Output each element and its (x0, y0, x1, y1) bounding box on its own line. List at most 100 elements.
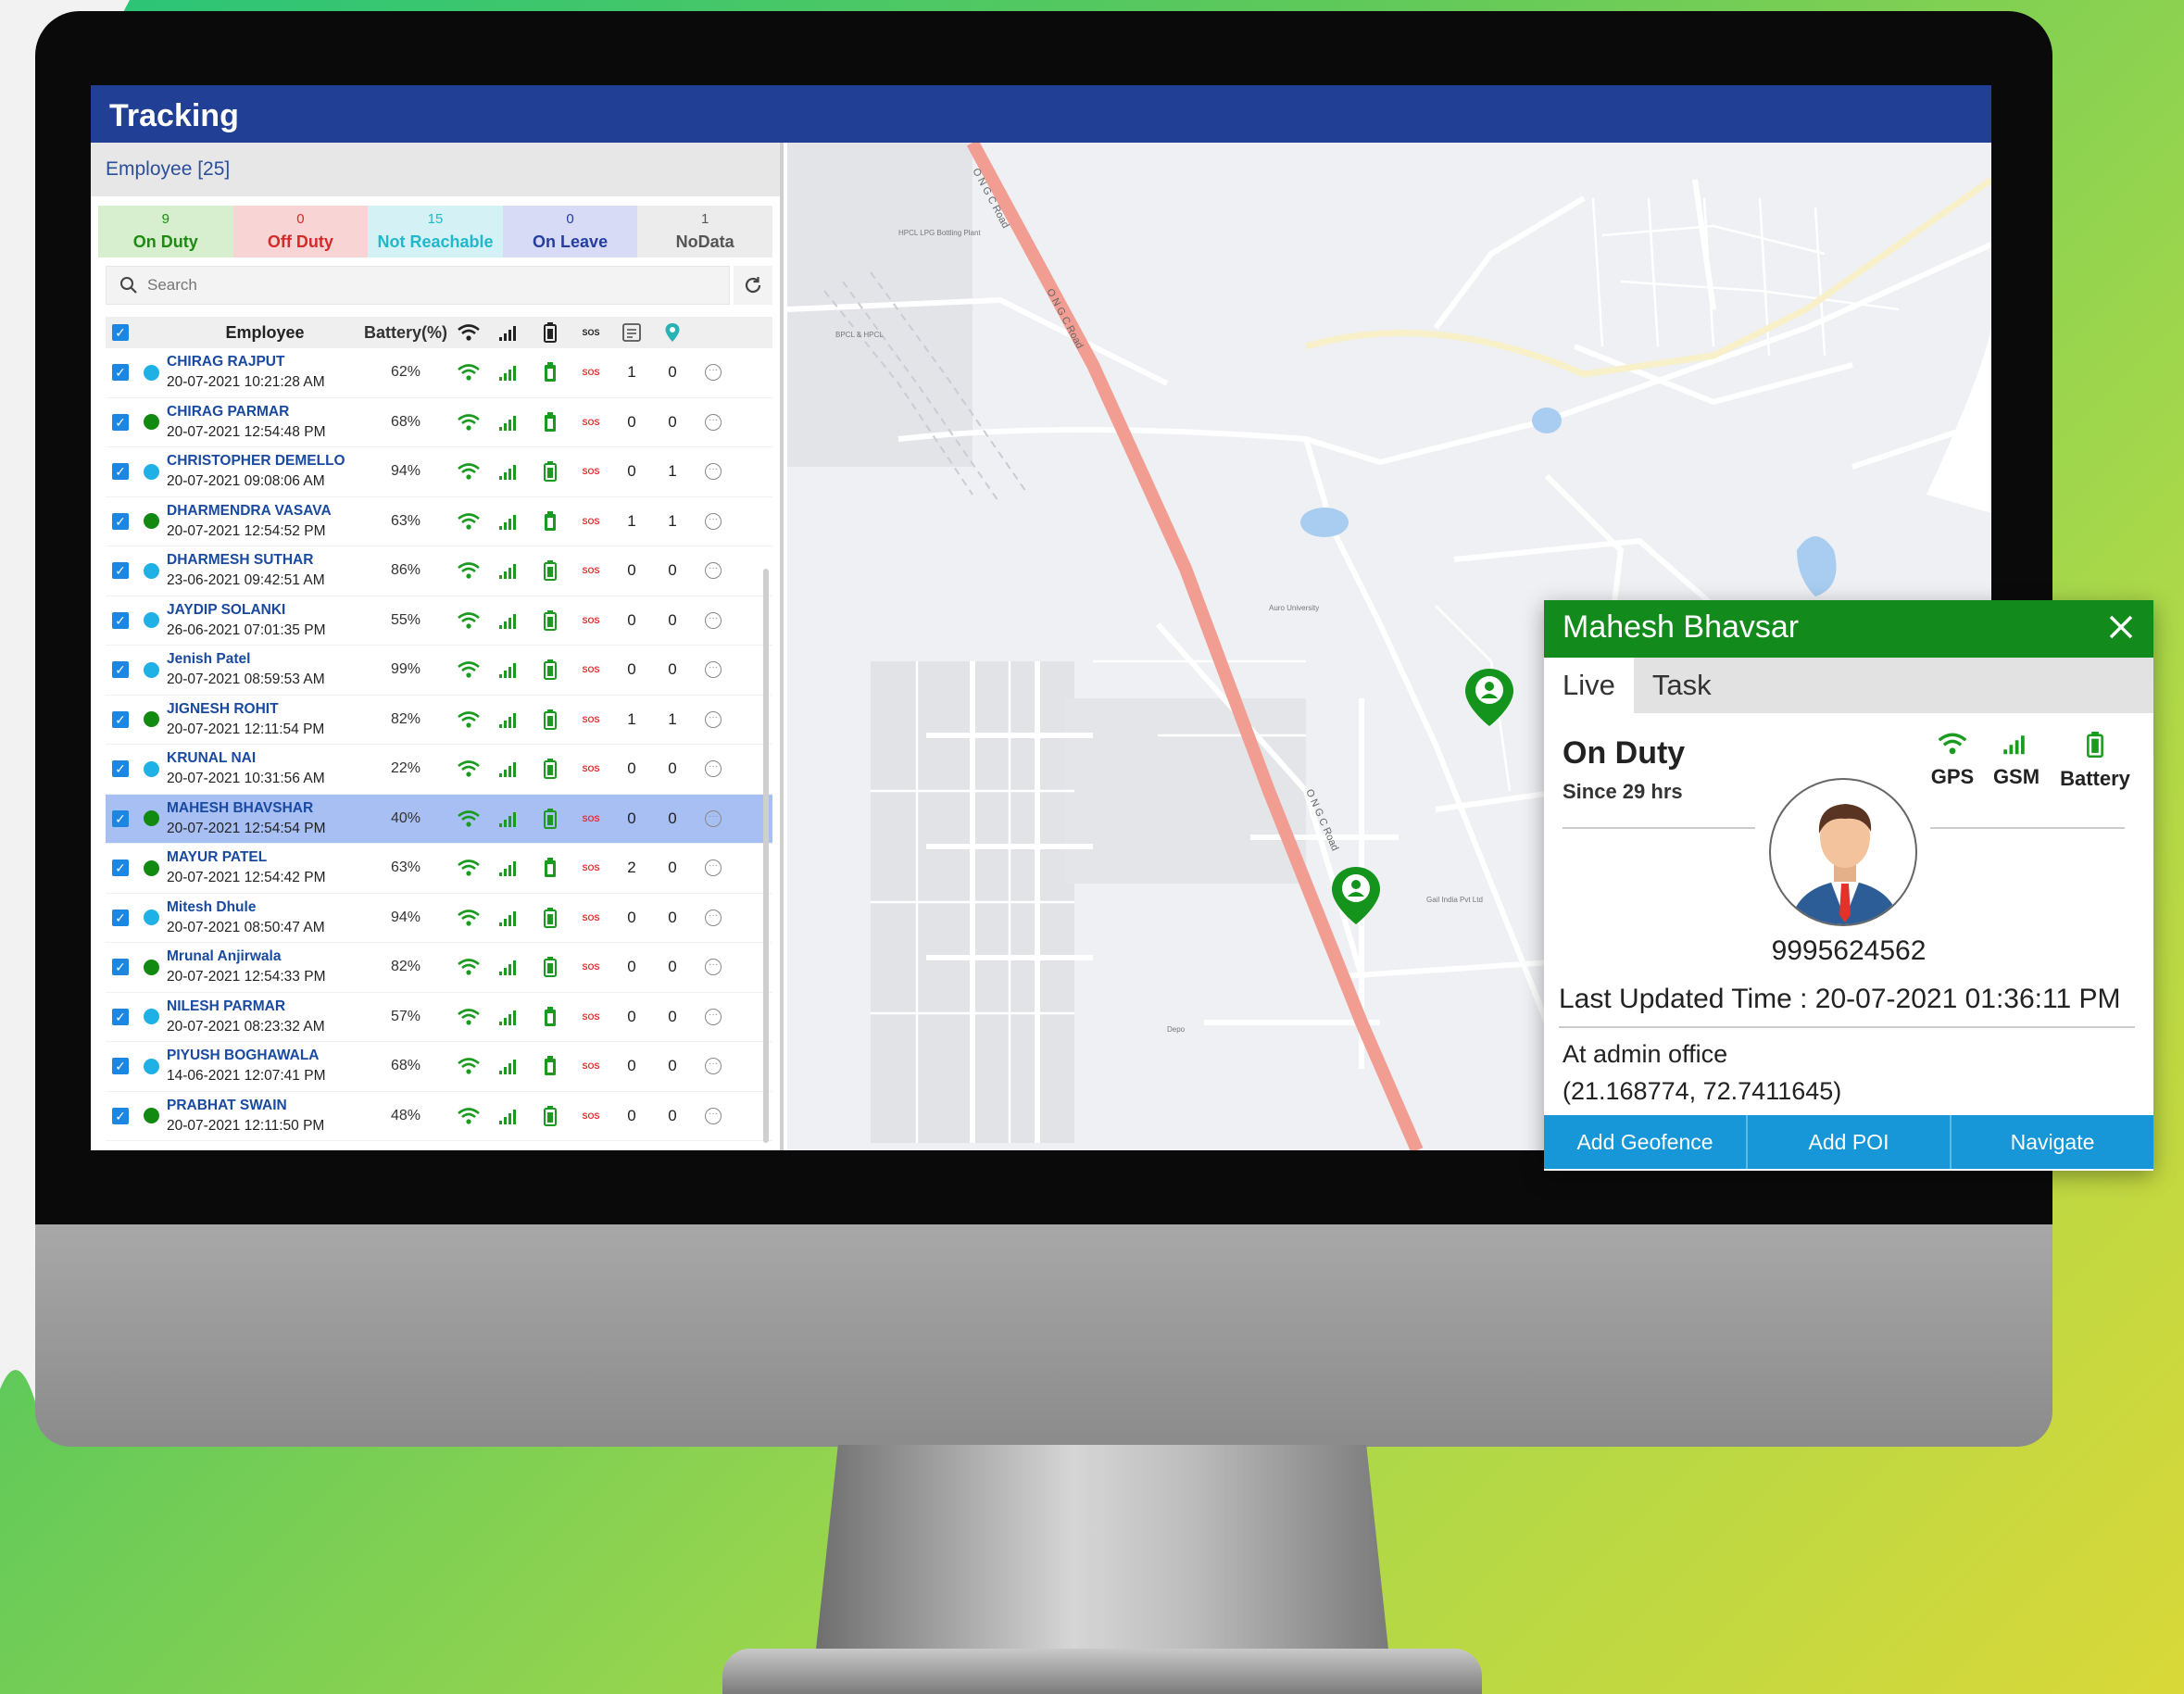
column-battery[interactable]: Battery(%) (363, 323, 448, 343)
more-options-icon[interactable]: ··· (705, 909, 722, 926)
employee-name[interactable]: CHIRAG RAJPUT (167, 354, 363, 370)
table-row[interactable]: ✓ Mrunal Anjirwala 20-07-2021 12:54:33 PM 8… (106, 943, 772, 993)
more-options-icon[interactable]: ··· (705, 959, 722, 976)
row-checkbox[interactable]: ✓ (112, 860, 129, 877)
close-button[interactable] (2103, 609, 2139, 645)
employee-name[interactable]: DHARMENDRA VASAVA (167, 503, 363, 520)
add-poi-button[interactable]: Add POI (1748, 1115, 1952, 1169)
row-checkbox[interactable]: ✓ (112, 611, 129, 629)
row-checkbox[interactable]: ✓ (112, 661, 129, 679)
wifi-icon (458, 1107, 480, 1124)
status-filter-on-duty[interactable]: 9 On Duty (98, 206, 233, 257)
more-options-icon[interactable]: ··· (705, 1058, 722, 1075)
table-row[interactable]: ✓ KRUNAL NAI 20-07-2021 10:31:56 AM 22% SOS 0… (106, 745, 772, 795)
employee-last-seen: 20-07-2021 12:54:54 PM (167, 820, 326, 836)
more-options-icon[interactable]: ··· (705, 760, 722, 778)
row-checkbox[interactable]: ✓ (112, 1058, 129, 1075)
employee-name[interactable]: JAYDIP SOLANKI (167, 602, 363, 619)
sos-icon: SOS (582, 417, 600, 427)
row-checkbox[interactable]: ✓ (112, 512, 129, 530)
gps-status: GPS (1924, 732, 1981, 789)
employee-name[interactable]: CHRISTOPHER DEMELLO (167, 453, 363, 470)
sos-icon: SOS (582, 714, 600, 724)
status-filter-off-duty[interactable]: 0 Off Duty (232, 206, 369, 257)
table-row[interactable]: ✓ JIGNESH ROHIT 20-07-2021 12:11:54 PM 82% S… (106, 696, 772, 745)
status-label: On Duty (132, 232, 198, 251)
row-checkbox[interactable]: ✓ (112, 959, 129, 976)
table-row[interactable]: ✓ CHIRAG RAJPUT 20-07-2021 10:21:28 AM 62% S… (106, 348, 772, 398)
tab-task[interactable]: Task (1634, 658, 1730, 713)
table-row[interactable]: ✓ PIYUSH BOGHAWALA 14-06-2021 12:07:41 PM 6… (106, 1042, 772, 1092)
table-row[interactable]: ✓ CHIRAG PARMAR 20-07-2021 12:54:48 PM 68% S… (106, 398, 772, 447)
more-options-icon[interactable]: ··· (705, 1008, 722, 1025)
row-checkbox[interactable]: ✓ (112, 710, 129, 728)
row-checkbox[interactable]: ✓ (112, 413, 129, 431)
more-options-icon[interactable]: ··· (705, 463, 722, 481)
more-options-icon[interactable]: ··· (705, 1107, 722, 1124)
address-text: At admin office (1563, 1040, 1728, 1068)
more-options-icon[interactable]: ··· (705, 512, 722, 530)
row-checkbox[interactable]: ✓ (112, 364, 129, 382)
row-checkbox[interactable]: ✓ (112, 1107, 129, 1124)
table-row[interactable]: ✓ DHARMENDRA VASAVA 20-07-2021 12:54:52 PM… (106, 497, 772, 546)
employee-name[interactable]: DHARMESH SUTHAR (167, 552, 363, 569)
column-employee[interactable]: Employee (167, 323, 363, 343)
row-checkbox[interactable]: ✓ (112, 1008, 129, 1025)
employee-name[interactable]: PIYUSH BOGHAWALA (167, 1048, 363, 1064)
status-filter-nodata[interactable]: 1 NoData (637, 206, 772, 257)
battery-percent: 86% (390, 562, 421, 579)
row-checkbox[interactable]: ✓ (112, 562, 129, 580)
search-input[interactable] (147, 276, 518, 295)
row-checkbox[interactable]: ✓ (112, 809, 129, 827)
employee-name[interactable]: Mrunal Anjirwala (167, 948, 363, 965)
list-scrollbar[interactable] (763, 569, 769, 1143)
wifi-icon (458, 809, 480, 827)
visit-count: 1 (668, 462, 677, 481)
table-row[interactable]: ✓ Jenish Patel 20-07-2021 08:59:53 AM 99% SO… (106, 646, 772, 696)
employee-last-seen: 23-06-2021 09:42:51 AM (167, 572, 325, 589)
search-box (106, 266, 730, 305)
employee-name[interactable]: NILESH PARMAR (167, 998, 363, 1015)
more-options-icon[interactable]: ··· (705, 611, 722, 629)
employee-name[interactable]: PRABHAT SWAIN (167, 1098, 363, 1114)
more-options-icon[interactable]: ··· (705, 860, 722, 877)
refresh-button[interactable] (734, 266, 772, 305)
more-options-icon[interactable]: ··· (705, 710, 722, 728)
table-row[interactable]: ✓ PRABHAT SWAIN 20-07-2021 12:11:50 PM 48% S… (106, 1092, 772, 1141)
status-dot (143, 1108, 159, 1124)
select-all-checkbox[interactable]: ✓ (112, 324, 129, 341)
add-geofence-button[interactable]: Add Geofence (1544, 1115, 1748, 1169)
employee-name[interactable]: JIGNESH ROHIT (167, 701, 363, 718)
table-row[interactable]: ✓ MAYUR PATEL 20-07-2021 12:54:42 PM 63% SOS… (106, 844, 772, 894)
gsm-label: GSM (1992, 765, 2040, 788)
employee-name[interactable]: KRUNAL NAI (167, 750, 363, 767)
duty-status: On Duty (1563, 735, 1686, 771)
wifi-icon (458, 710, 480, 728)
search-icon (120, 277, 137, 294)
more-options-icon[interactable]: ··· (705, 661, 722, 679)
navigate-button[interactable]: Navigate (1952, 1115, 2153, 1169)
table-row[interactable]: ✓ MAHESH BHAVSHAR 20-07-2021 12:54:54 PM 40… (106, 794, 772, 844)
row-checkbox[interactable]: ✓ (112, 909, 129, 926)
table-row[interactable]: ✓ Mitesh Dhule 20-07-2021 08:50:47 AM 94% SO… (106, 894, 772, 943)
more-options-icon[interactable]: ··· (705, 364, 722, 382)
more-options-icon[interactable]: ··· (705, 413, 722, 431)
employee-name[interactable]: MAHESH BHAVSHAR (167, 800, 363, 817)
more-options-icon[interactable]: ··· (705, 562, 722, 580)
table-row[interactable]: ✓ JAYDIP SOLANKI 26-06-2021 07:01:35 PM 55%… (106, 596, 772, 646)
row-checkbox[interactable]: ✓ (112, 760, 129, 778)
task-count: 0 (627, 1057, 636, 1075)
table-row[interactable]: ✓ DHARMESH SUTHAR 23-06-2021 09:42:51 AM 86… (106, 546, 772, 596)
table-row[interactable]: ✓ NILESH PARMAR 20-07-2021 08:23:32 AM 57% S… (106, 993, 772, 1042)
status-filter-not-reachable[interactable]: 15 Not Reachable (368, 206, 503, 257)
employee-name[interactable]: Jenish Patel (167, 651, 363, 668)
tab-live[interactable]: Live (1544, 658, 1634, 713)
status-label: On Leave (533, 232, 609, 251)
employee-name[interactable]: CHIRAG PARMAR (167, 404, 363, 420)
row-checkbox[interactable]: ✓ (112, 463, 129, 481)
employee-name[interactable]: Mitesh Dhule (167, 899, 363, 916)
more-options-icon[interactable]: ··· (705, 809, 722, 827)
status-filter-on-leave[interactable]: 0 On Leave (502, 206, 638, 257)
table-row[interactable]: ✓ CHRISTOPHER DEMELLO 20-07-2021 09:08:06 … (106, 447, 772, 497)
employee-name[interactable]: MAYUR PATEL (167, 849, 363, 866)
